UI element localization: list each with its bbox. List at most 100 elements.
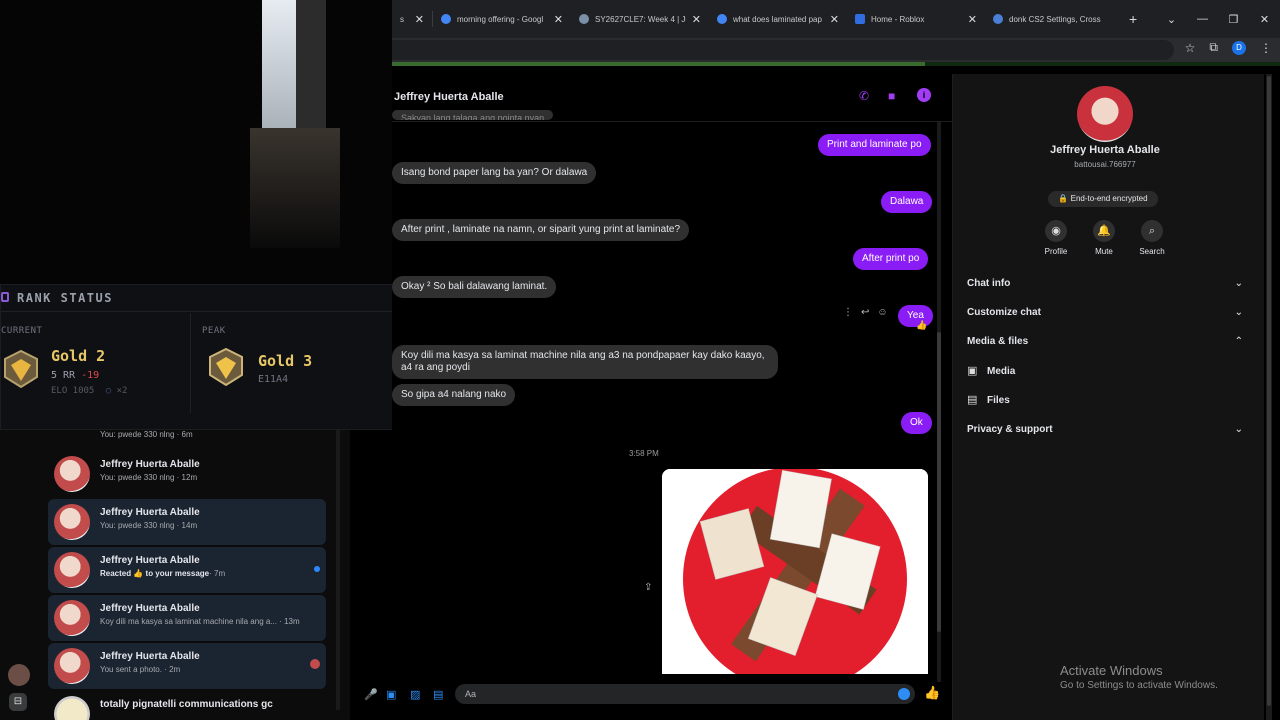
streak-icon: ○ bbox=[105, 386, 112, 396]
rank-divider bbox=[1, 311, 399, 312]
section-label: Media & files bbox=[967, 336, 1029, 347]
minimize-icon[interactable]: — bbox=[1187, 13, 1218, 25]
photo-illustration bbox=[662, 469, 928, 674]
avatar bbox=[54, 648, 90, 684]
tab-title: Home - Roblox bbox=[871, 14, 925, 24]
message-bubble[interactable]: So gipa a4 nalang nako bbox=[392, 384, 516, 406]
webcam-feed bbox=[0, 0, 392, 284]
chat-name: Jeffrey Huerta Aballe bbox=[100, 555, 200, 566]
dropdown-chevron-icon[interactable]: ⌄ bbox=[1156, 13, 1187, 26]
new-tab-icon[interactable]: + bbox=[1129, 11, 1137, 27]
address-bar[interactable] bbox=[392, 40, 1174, 60]
message-bubble[interactable]: Isang bond paper lang ba yan? Or dalawa bbox=[392, 162, 597, 184]
more-options-icon[interactable]: ⋮ bbox=[843, 307, 853, 318]
profile-action[interactable]: ◉ Profile bbox=[1036, 220, 1076, 256]
thumbs-up-reaction-icon: 👍 bbox=[916, 320, 928, 330]
sticker-icon[interactable]: ▨ bbox=[410, 688, 420, 701]
toolbar-icons: ☆ ⧉ D ⋮ bbox=[1185, 40, 1272, 55]
browser-tab[interactable]: Home - Roblox ✕ bbox=[847, 0, 985, 38]
message-input[interactable]: Aa bbox=[455, 684, 915, 704]
menu-dots-icon[interactable]: ⋮ bbox=[1260, 41, 1272, 55]
list-item[interactable]: Jeffrey Huerta Aballe You: pwede 330 nln… bbox=[48, 499, 326, 545]
current-rr: 5 RR -19 bbox=[51, 370, 99, 381]
preview-text: Reacted 👍 to your message bbox=[100, 569, 210, 578]
page-scrollbar[interactable] bbox=[1266, 74, 1272, 720]
gif-icon[interactable]: ▤ bbox=[433, 688, 443, 701]
rank-column-divider bbox=[190, 313, 191, 413]
peak-label: PEAK bbox=[202, 326, 226, 336]
section-customize-chat[interactable]: Customize chat ⌄ bbox=[967, 307, 1243, 327]
user-avatar[interactable] bbox=[8, 664, 30, 686]
chat-preview: You: pwede 330 nlng · 12m bbox=[100, 473, 198, 482]
list-item[interactable]: Jeffrey Huerta Aballe Reacted 👍 to your … bbox=[48, 547, 326, 593]
section-privacy-support[interactable]: Privacy & support ⌄ bbox=[967, 424, 1243, 444]
roblox-favicon-icon bbox=[855, 14, 865, 24]
encryption-badge[interactable]: 🔒 End-to-end encrypted bbox=[1048, 191, 1158, 207]
share-icon[interactable]: ⇪ bbox=[644, 582, 652, 593]
browser-tab[interactable]: donk CS2 Settings, Cross bbox=[985, 0, 1123, 38]
message-bubble[interactable]: Koy dili ma kasya sa laminat machine nil… bbox=[392, 345, 778, 379]
thumbs-up-send-icon[interactable]: 👍 bbox=[924, 685, 940, 701]
microphone-icon[interactable]: 🎤 bbox=[364, 688, 378, 701]
chat-list-scrollbar[interactable] bbox=[336, 430, 340, 710]
message-bubble[interactable]: After print po bbox=[853, 248, 929, 270]
bookmark-star-icon[interactable]: ☆ bbox=[1185, 41, 1196, 55]
current-label: CURRENT bbox=[1, 326, 43, 336]
search-action[interactable]: ⌕ Search bbox=[1132, 220, 1172, 256]
list-item[interactable]: You: pwede 330 nlng · 6m bbox=[48, 414, 326, 440]
close-tab-icon[interactable]: ✕ bbox=[415, 13, 424, 26]
section-chat-info[interactable]: Chat info ⌄ bbox=[967, 278, 1243, 298]
info-icon[interactable]: i bbox=[917, 88, 931, 102]
sidebar-toggle-icon[interactable]: ⊟ bbox=[9, 693, 27, 711]
list-item[interactable]: Jeffrey Huerta Aballe Koy dili ma kasya … bbox=[48, 595, 326, 641]
close-window-icon[interactable]: ✕ bbox=[1249, 13, 1280, 26]
profile-avatar[interactable]: D bbox=[1232, 40, 1246, 55]
browser-tab[interactable]: s ✕ bbox=[392, 0, 432, 38]
chat-preview: Reacted 👍 to your message· 7m bbox=[100, 569, 225, 578]
message-bubble[interactable]: Okay ² So bali dalawang laminat. bbox=[392, 276, 557, 298]
mute-action[interactable]: 🔔 Mute bbox=[1084, 220, 1124, 256]
phone-call-icon[interactable]: ✆ bbox=[859, 89, 873, 103]
react-emoji-icon[interactable]: ☺ bbox=[877, 307, 887, 318]
message-bubble[interactable]: Print and laminate po bbox=[818, 134, 931, 156]
browser-tab[interactable]: SY2627CLE7: Week 4 | Jud ✕ bbox=[571, 0, 709, 38]
list-item[interactable]: Jeffrey Huerta Aballe You: pwede 330 nln… bbox=[48, 451, 326, 497]
contact-name[interactable]: Jeffrey Huerta Aballe bbox=[394, 91, 504, 103]
video-call-icon[interactable]: ■ bbox=[888, 89, 902, 103]
emoji-icon[interactable] bbox=[898, 688, 910, 700]
restore-icon[interactable]: ❐ bbox=[1218, 13, 1249, 26]
browser-tab[interactable]: what does laminated pap ✕ bbox=[709, 0, 847, 38]
section-media-files[interactable]: Media & files ⌃ bbox=[967, 336, 1243, 356]
peak-act: E11A4 bbox=[258, 374, 289, 385]
rank-status-panel: RANK STATUS CURRENT PEAK Gold 2 5 RR -19… bbox=[0, 284, 399, 430]
message-bubble[interactable]: After print , laminate na namn, or sipar… bbox=[392, 219, 690, 241]
list-item[interactable]: Jeffrey Huerta Aballe You sent a photo. … bbox=[48, 643, 326, 689]
media-item[interactable]: ▣ Media bbox=[967, 365, 1015, 377]
list-item[interactable]: totally pignatelli communications gc bbox=[48, 691, 326, 720]
rr-delta: -19 bbox=[81, 370, 100, 381]
close-tab-icon[interactable]: ✕ bbox=[554, 13, 563, 26]
seen-avatar bbox=[310, 659, 320, 669]
preview-time: · 7m bbox=[209, 569, 226, 578]
lock-icon: 🔒 bbox=[1058, 194, 1069, 203]
gold-rank-badge-icon bbox=[4, 349, 38, 389]
browser-tab[interactable]: morning offering - Googl ✕ bbox=[433, 0, 571, 38]
extensions-icon[interactable]: ⧉ bbox=[1209, 40, 1218, 55]
conversation-scrollbar[interactable] bbox=[937, 122, 941, 682]
message-bubble[interactable]: Dalawa bbox=[881, 191, 933, 213]
tab-title: SY2627CLE7: Week 4 | Jud bbox=[595, 14, 686, 24]
message-bubble[interactable]: Ok bbox=[901, 412, 932, 434]
chat-list-pane: ⊟ You: pwede 330 nlng · 6m Jeffrey Huert… bbox=[0, 430, 350, 720]
sent-photo[interactable] bbox=[662, 469, 928, 674]
files-item[interactable]: ▤ Files bbox=[967, 394, 1010, 406]
photo-attach-icon[interactable]: ▣ bbox=[386, 688, 396, 701]
reply-icon[interactable]: ↩ bbox=[861, 307, 869, 318]
close-tab-icon[interactable]: ✕ bbox=[830, 13, 839, 26]
conversation-pane: Jeffrey Huerta Aballe ✆ ■ i Sakyan lang … bbox=[364, 66, 952, 720]
close-tab-icon[interactable]: ✕ bbox=[692, 13, 701, 26]
avatar bbox=[54, 552, 90, 588]
contact-avatar[interactable] bbox=[1077, 86, 1133, 142]
message-actions: ⋮ ↩ ☺ bbox=[843, 307, 888, 318]
close-tab-icon[interactable]: ✕ bbox=[968, 13, 977, 26]
tab-title: morning offering - Googl bbox=[457, 14, 544, 24]
